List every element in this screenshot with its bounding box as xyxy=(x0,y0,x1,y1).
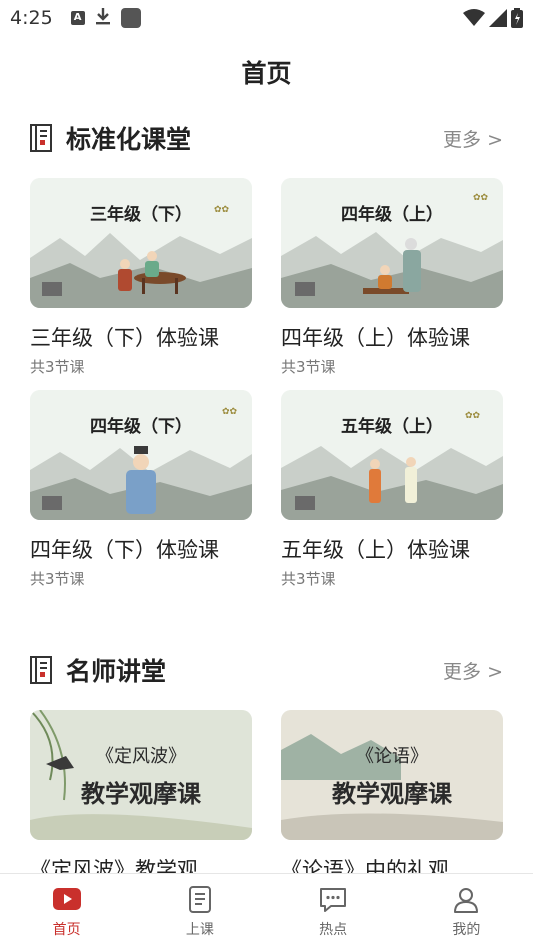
course-thumbnail: ✿✿ 五年级（上） xyxy=(281,390,503,520)
thumbnail-line1: 《定风波》 xyxy=(96,746,186,767)
lesson-count: 共3节课 xyxy=(281,358,336,376)
course-card[interactable]: ✿✿ 四年级（下） 四年级（下）体验课 共3节课 xyxy=(30,390,252,589)
more-link[interactable]: 更多 > xyxy=(443,125,503,152)
status-time: 4:25 xyxy=(10,7,53,29)
course-card[interactable]: ✿✿ 四年级（上） 四年级（上）体验课 共3节课 xyxy=(281,178,503,377)
section-header-standard: 标准化课堂 更多 > xyxy=(30,118,503,158)
lecture-thumbnail: 《论语》 教学观摩课 xyxy=(281,710,503,840)
card-title: 五年级（上）体验课 xyxy=(281,538,470,562)
more-link[interactable]: 更多 > xyxy=(443,657,503,684)
nav-item-profile[interactable]: 我的 xyxy=(400,874,533,949)
section-title: 标准化课堂 xyxy=(66,125,192,154)
lesson-count: 共3节课 xyxy=(30,570,85,588)
lesson-count: 共3节课 xyxy=(281,570,336,588)
thumbnail-title: 四年级（上） xyxy=(341,205,443,225)
bottom-nav: 首页 上课 热点 我的 xyxy=(0,873,533,949)
thumbnail-line2: 教学观摩课 xyxy=(81,779,201,808)
nav-label: 热点 xyxy=(319,921,348,938)
nav-label: 首页 xyxy=(52,921,81,938)
nav-item-home[interactable]: 首页 xyxy=(0,874,133,949)
card-title: 三年级（下）体验课 xyxy=(30,326,219,350)
course-card[interactable]: ✿✿ 三年级（下） 三年级（下）体验课 共3节课 xyxy=(30,178,252,377)
nav-label: 上课 xyxy=(185,921,214,938)
book-icon xyxy=(188,885,211,913)
nav-item-class[interactable]: 上课 xyxy=(133,874,266,949)
lecture-thumbnail: 《定风波》 教学观摩课 xyxy=(30,710,252,840)
book-section-icon xyxy=(30,124,52,152)
battery-icon xyxy=(511,8,523,28)
chat-bubble-icon xyxy=(320,887,347,912)
play-home-icon xyxy=(52,887,81,910)
nav-item-hot[interactable]: 热点 xyxy=(267,874,400,949)
course-thumbnail: ✿✿ 四年级（上） xyxy=(281,178,503,308)
lecture-card[interactable]: 《论语》 教学观摩课 《论语》中的礼观 xyxy=(281,710,503,884)
course-card[interactable]: ✿✿ 五年级（上） 五年级（上）体验课 共3节课 xyxy=(281,390,503,589)
user-icon xyxy=(454,887,479,913)
download-icon xyxy=(95,7,111,29)
lecture-card[interactable]: 《定风波》 教学观摩课 《定风波》教学观 xyxy=(30,710,252,884)
status-bar: 4:25 A xyxy=(0,0,533,36)
card-title: 四年级（上）体验课 xyxy=(281,326,470,350)
nav-label: 我的 xyxy=(452,921,481,938)
thumbnail-title: 四年级（下） xyxy=(90,417,192,437)
thumbnail-line1: 《论语》 xyxy=(356,746,428,767)
page-title: 首页 xyxy=(241,59,292,88)
section-title: 名师讲堂 xyxy=(66,657,167,686)
card-title: 四年级（下）体验课 xyxy=(30,538,219,562)
course-thumbnail: ✿✿ 四年级（下） xyxy=(30,390,252,520)
thumbnail-title: 五年级（上） xyxy=(341,417,443,437)
lesson-count: 共3节课 xyxy=(30,358,85,376)
thumbnail-title: 三年级（下） xyxy=(90,205,192,225)
wifi-icon xyxy=(463,9,485,26)
thumbnail-line2: 教学观摩课 xyxy=(332,779,452,808)
signal-icon xyxy=(489,9,507,27)
section-header-teachers: 名师讲堂 更多 > xyxy=(30,650,503,690)
book-section-icon xyxy=(30,656,52,684)
course-thumbnail: ✿✿ 三年级（下） xyxy=(30,178,252,308)
a-notification-icon: A xyxy=(70,11,85,25)
app-square-icon xyxy=(120,8,141,28)
